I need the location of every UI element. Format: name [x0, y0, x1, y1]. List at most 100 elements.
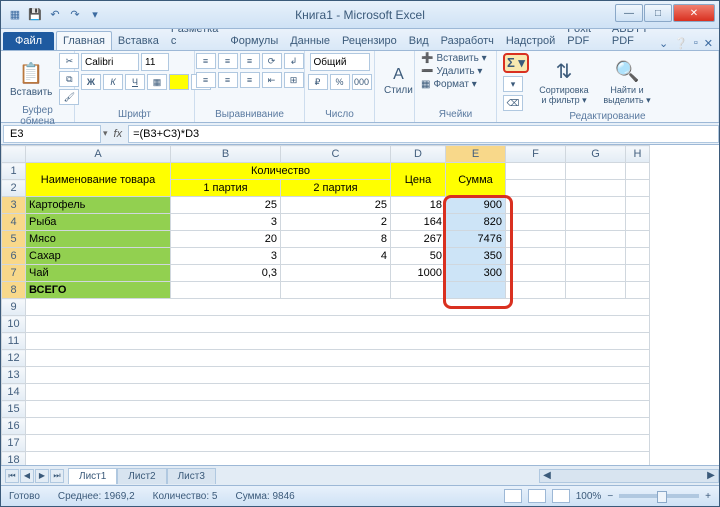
styles-button[interactable]: AСтили: [381, 64, 416, 98]
cell[interactable]: [506, 180, 566, 197]
cell[interactable]: [626, 163, 650, 180]
paste-button[interactable]: 📋Вставить: [7, 59, 55, 100]
cell[interactable]: [26, 435, 650, 452]
ribbon-minimize-icon[interactable]: ⌄: [659, 37, 668, 50]
view-break-button[interactable]: [552, 489, 570, 503]
row-header[interactable]: 15: [2, 401, 26, 418]
view-layout-button[interactable]: [528, 489, 546, 503]
cell[interactable]: [626, 282, 650, 299]
row-header[interactable]: 17: [2, 435, 26, 452]
cell[interactable]: 20: [171, 231, 281, 248]
row-header[interactable]: 3: [2, 197, 26, 214]
number-format-input[interactable]: [310, 53, 370, 71]
cell[interactable]: Сахар: [26, 248, 171, 265]
tab-dev[interactable]: Разработч: [435, 32, 500, 50]
cell[interactable]: [506, 163, 566, 180]
tab-formulas[interactable]: Формулы: [224, 32, 284, 50]
cell[interactable]: [26, 350, 650, 367]
cell[interactable]: [566, 231, 626, 248]
cell[interactable]: 2 партия: [281, 180, 391, 197]
cells-format-button[interactable]: ▦Формат ▾: [421, 79, 477, 90]
row-header[interactable]: 9: [2, 299, 26, 316]
cell[interactable]: [26, 299, 650, 316]
fx-icon[interactable]: fx: [108, 128, 129, 140]
col-header-f[interactable]: F: [506, 146, 566, 163]
row-header[interactable]: 11: [2, 333, 26, 350]
cell-selected[interactable]: 820: [446, 214, 506, 231]
find-select-button[interactable]: 🔍Найти и выделить ▾: [599, 57, 655, 108]
cell[interactable]: 1000: [391, 265, 446, 282]
row-header[interactable]: 12: [2, 350, 26, 367]
cell[interactable]: [626, 265, 650, 282]
cell[interactable]: ВСЕГО: [26, 282, 171, 299]
cell[interactable]: [566, 214, 626, 231]
cell[interactable]: Наименование товара: [26, 163, 171, 197]
sheet-last-icon[interactable]: ⏭: [50, 469, 64, 483]
zoom-in-icon[interactable]: +: [705, 491, 711, 502]
col-header-e[interactable]: E: [446, 146, 506, 163]
col-header-g[interactable]: G: [566, 146, 626, 163]
cell[interactable]: [566, 248, 626, 265]
cell[interactable]: [171, 282, 281, 299]
percent-icon[interactable]: %: [330, 74, 350, 90]
sheet-tab-1[interactable]: Лист1: [68, 468, 117, 484]
row-header[interactable]: 18: [2, 452, 26, 466]
cell-selected[interactable]: 350: [446, 248, 506, 265]
cell[interactable]: 8: [281, 231, 391, 248]
col-header-a[interactable]: A: [26, 146, 171, 163]
zoom-level[interactable]: 100%: [576, 491, 602, 502]
cell[interactable]: [506, 231, 566, 248]
cell[interactable]: [281, 282, 391, 299]
cells-delete-button[interactable]: ➖Удалить ▾: [421, 66, 482, 77]
row-header[interactable]: 5: [2, 231, 26, 248]
cell[interactable]: 2: [281, 214, 391, 231]
col-header-c[interactable]: C: [281, 146, 391, 163]
cell-selected[interactable]: 900: [446, 197, 506, 214]
cell[interactable]: 267: [391, 231, 446, 248]
row-header[interactable]: 10: [2, 316, 26, 333]
cell[interactable]: Картофель: [26, 197, 171, 214]
cell[interactable]: [626, 231, 650, 248]
sheet-first-icon[interactable]: ⏮: [5, 469, 19, 483]
row-header[interactable]: 2: [2, 180, 26, 197]
sheet-next-icon[interactable]: ▶: [35, 469, 49, 483]
cell[interactable]: [506, 265, 566, 282]
cell-selected[interactable]: 7476: [446, 231, 506, 248]
cell[interactable]: [26, 333, 650, 350]
border-button[interactable]: ▦: [147, 74, 167, 90]
cell[interactable]: 1 партия: [171, 180, 281, 197]
font-name-input[interactable]: [81, 53, 139, 71]
view-normal-button[interactable]: [504, 489, 522, 503]
fill-down-icon[interactable]: ▾: [503, 76, 523, 92]
cell[interactable]: Цена: [391, 163, 446, 197]
comma-icon[interactable]: 000: [352, 74, 372, 90]
cell[interactable]: [506, 248, 566, 265]
maximize-button[interactable]: □: [644, 4, 672, 22]
tab-data[interactable]: Данные: [284, 32, 336, 50]
tab-review[interactable]: Рецензиро: [336, 32, 403, 50]
cell[interactable]: Мясо: [26, 231, 171, 248]
row-header[interactable]: 14: [2, 384, 26, 401]
bold-button[interactable]: Ж: [81, 74, 101, 90]
align-bot-icon[interactable]: ≡: [240, 53, 260, 69]
window-restore-icon[interactable]: ▫: [694, 37, 698, 50]
cell[interactable]: 25: [281, 197, 391, 214]
align-right-icon[interactable]: ≡: [240, 72, 260, 88]
cell[interactable]: 164: [391, 214, 446, 231]
cell[interactable]: Рыба: [26, 214, 171, 231]
row-header[interactable]: 16: [2, 418, 26, 435]
cell[interactable]: [506, 197, 566, 214]
row-header[interactable]: 4: [2, 214, 26, 231]
row-header[interactable]: 13: [2, 367, 26, 384]
font-size-input[interactable]: [141, 53, 169, 71]
row-header[interactable]: 1: [2, 163, 26, 180]
cell[interactable]: [566, 282, 626, 299]
close-button[interactable]: ✕: [673, 4, 715, 22]
row-header[interactable]: 7: [2, 265, 26, 282]
cell[interactable]: [26, 384, 650, 401]
cell[interactable]: [26, 367, 650, 384]
fill-color-button[interactable]: [169, 74, 189, 90]
currency-icon[interactable]: ₽: [308, 74, 328, 90]
zoom-slider[interactable]: [619, 494, 699, 498]
cell[interactable]: [26, 418, 650, 435]
